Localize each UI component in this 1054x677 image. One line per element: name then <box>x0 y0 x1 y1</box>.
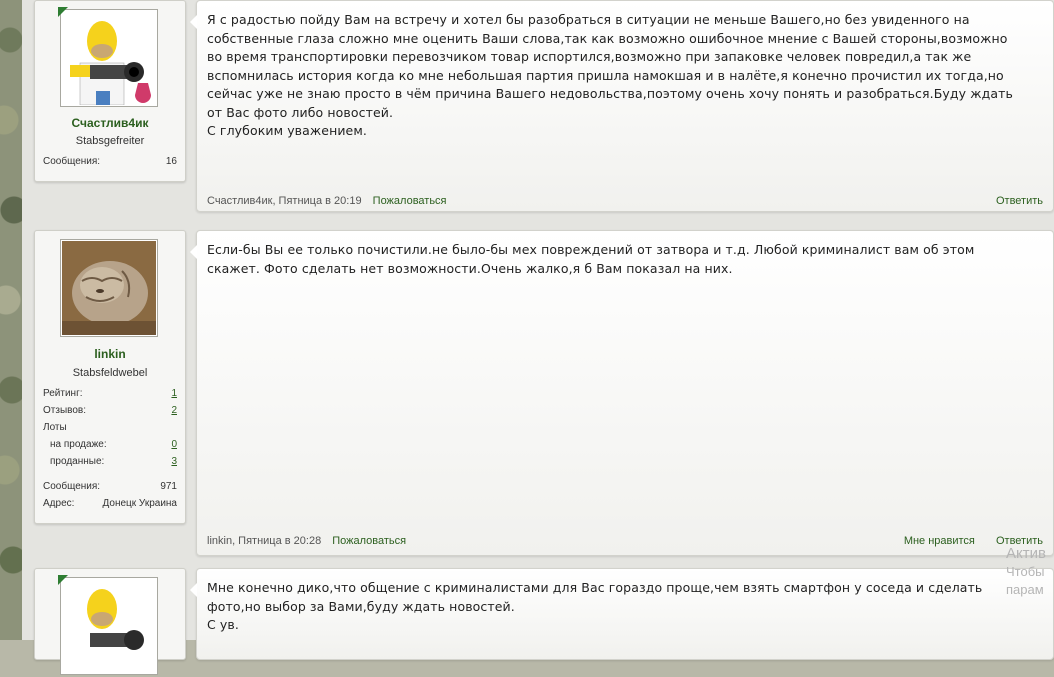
message-box: Если-бы Вы ее только почистили.не было-б… <box>190 230 1054 556</box>
stat-address: Адрес: Донецк Украина <box>43 498 177 509</box>
homer-avatar-image <box>62 11 156 106</box>
stat-messages: Сообщения: 16 <box>43 156 177 167</box>
stat-reviews: Отзывов: 2 <box>43 405 177 416</box>
user-rank: Stabsfeldwebel <box>72 367 148 379</box>
user-rank: Stabsgefreiter <box>75 135 145 147</box>
username[interactable]: Счастлив4ик <box>35 116 185 130</box>
user-info-panel: linkin Stabsfeldwebel Рейтинг: 1 Отзывов… <box>34 230 186 524</box>
homer-avatar-image <box>62 579 156 673</box>
avatar[interactable] <box>60 239 158 337</box>
watermark-line: парам <box>1006 582 1044 597</box>
watermark-line: Чтобы <box>1006 564 1045 579</box>
user-info-panel: Счастлив4ик Stabsgefreiter Сообщения: 16 <box>34 0 186 182</box>
message-meta: Счастлив4ик, Пятница в 20:19 Пожаловатьс… <box>207 195 447 207</box>
report-link[interactable]: Пожаловаться <box>373 195 447 207</box>
avatar[interactable] <box>58 7 158 107</box>
stat-lots: Лоты <box>43 422 177 433</box>
cat-avatar-image <box>62 241 156 335</box>
stat-rating: Рейтинг: 1 <box>43 388 177 399</box>
message-pointer <box>190 245 197 259</box>
report-link[interactable]: Пожаловаться <box>332 535 406 547</box>
message-pointer <box>190 583 197 597</box>
author-time[interactable]: Счастлив4ик, Пятница в 20:19 <box>207 195 362 207</box>
stat-label: Сообщения: <box>43 156 101 167</box>
online-flag-icon <box>58 7 68 17</box>
stat-messages: Сообщения: 971 <box>43 481 177 492</box>
online-flag-icon <box>58 575 68 585</box>
message-text: Мне конечно дико,что общение с криминали… <box>207 580 983 632</box>
message-pointer <box>190 15 197 29</box>
message-text: Я с радостью пойду Вам на встречу и хоте… <box>207 12 1013 138</box>
post: Мне конечно дико,что общение с криминали… <box>22 566 1054 675</box>
stat-value-link[interactable]: 1 <box>171 388 177 399</box>
post: linkin Stabsfeldwebel Рейтинг: 1 Отзывов… <box>22 228 1054 558</box>
stat-value: 16 <box>165 156 177 167</box>
stat-label: Лоты <box>43 422 67 433</box>
reply-link[interactable]: Ответить <box>996 195 1043 207</box>
stat-lots-on-sale: на продаже: 0 <box>50 439 177 450</box>
stat-value: 971 <box>160 481 177 492</box>
stat-label: Адрес: <box>43 498 75 509</box>
stat-label: на продаже: <box>50 439 107 450</box>
stat-label: Сообщения: <box>43 481 101 492</box>
camouflage-border <box>0 0 22 640</box>
stat-value-link[interactable]: 2 <box>171 405 177 416</box>
windows-activation-watermark: Актив Чтобы парам <box>1006 545 1054 599</box>
stat-value-link[interactable]: 0 <box>171 439 177 450</box>
message-meta: linkin, Пятница в 20:28 Пожаловаться <box>207 535 406 547</box>
author-time[interactable]: linkin, Пятница в 20:28 <box>207 535 321 547</box>
stat-lots-sold: проданные: 3 <box>50 456 177 467</box>
stat-value-link[interactable]: 3 <box>171 456 177 467</box>
message-box: Мне конечно дико,что общение с криминали… <box>190 568 1054 660</box>
post: Счастлив4ик Stabsgefreiter Сообщения: 16… <box>22 0 1054 212</box>
message-text: Если-бы Вы ее только почистили.не было-б… <box>207 242 975 276</box>
username[interactable]: linkin <box>35 347 185 361</box>
message-box: Я с радостью пойду Вам на встречу и хоте… <box>190 0 1054 212</box>
stat-label: Отзывов: <box>43 405 86 416</box>
stat-value: Донецк Украина <box>102 498 177 509</box>
stat-label: проданные: <box>50 456 105 467</box>
watermark-line: Актив <box>1006 545 1046 562</box>
user-info-panel <box>34 568 186 675</box>
avatar[interactable] <box>58 575 158 675</box>
stat-label: Рейтинг: <box>43 388 83 399</box>
like-link[interactable]: Мне нравится <box>904 535 975 547</box>
message-actions: Ответить <box>978 195 1043 207</box>
